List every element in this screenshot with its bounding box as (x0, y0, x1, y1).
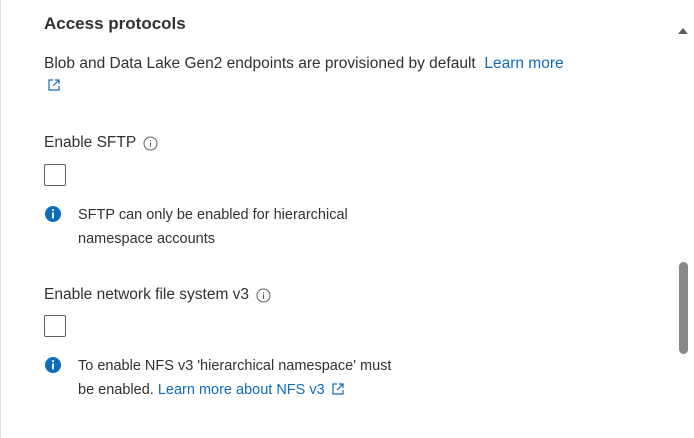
enable-sftp-label: Enable SFTP (44, 134, 158, 152)
nfs-note-text: To enable NFS v3 'hierarchical namespace… (78, 358, 392, 398)
info-filled-icon (44, 356, 62, 374)
scrollbar-thumb[interactable] (679, 262, 688, 354)
external-link-icon[interactable] (48, 76, 60, 91)
nfs-info-note: To enable NFS v3 'hierarchical namespace… (44, 354, 404, 402)
enable-nfs-checkbox[interactable] (44, 315, 66, 337)
section-description: Blob and Data Lake Gen2 endpoints are pr… (44, 53, 644, 97)
panel-left-border (0, 0, 1, 438)
access-protocols-panel: Access protocols Blob and Data Lake Gen2… (0, 0, 694, 438)
external-link-icon[interactable] (332, 379, 344, 395)
chevron-up-icon[interactable] (678, 22, 688, 34)
sftp-note-text: SFTP can only be enabled for hierarchica… (78, 207, 348, 247)
info-circle-icon[interactable] (143, 136, 158, 151)
section-title: Access protocols (44, 14, 186, 33)
description-text: Blob and Data Lake Gen2 endpoints are pr… (44, 55, 476, 72)
vertical-scrollbar[interactable] (672, 0, 694, 438)
enable-sftp-checkbox[interactable] (44, 164, 66, 186)
learn-more-nfs-link[interactable]: Learn more about NFS v3 (158, 382, 325, 398)
sftp-info-note: SFTP can only be enabled for hierarchica… (44, 203, 404, 251)
enable-nfs-label: Enable network file system v3 (44, 286, 271, 304)
learn-more-link[interactable]: Learn more (480, 55, 563, 72)
info-filled-icon (44, 205, 62, 223)
info-circle-icon[interactable] (256, 288, 271, 303)
